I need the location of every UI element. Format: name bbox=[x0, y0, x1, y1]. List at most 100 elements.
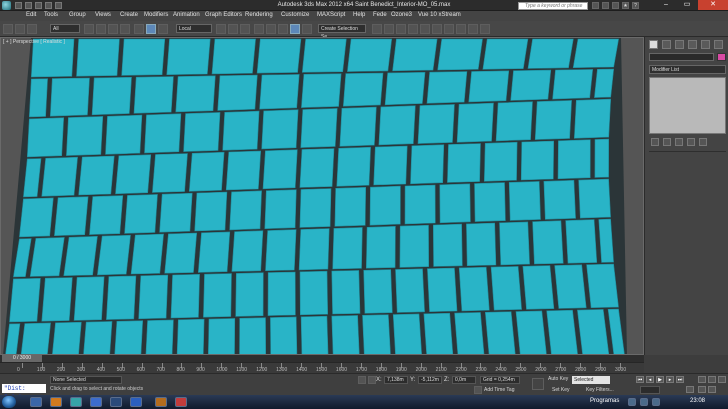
hierarchy-tab-icon[interactable] bbox=[675, 40, 684, 49]
menu-maxscript[interactable]: MAXScript bbox=[317, 12, 345, 18]
perspective-viewport[interactable]: [ + ] Perspective [ Realistic ] bbox=[0, 37, 644, 355]
pivot-center-icon[interactable] bbox=[216, 24, 226, 34]
maxscript-listener-input[interactable]: "Dist: 5,6m" bbox=[2, 384, 46, 401]
3ds-max-task-icon[interactable] bbox=[70, 397, 82, 407]
menu-tools[interactable]: Tools bbox=[44, 12, 58, 18]
select-move-icon[interactable] bbox=[134, 24, 144, 34]
menu-group[interactable]: Group bbox=[69, 12, 86, 18]
set-key-button[interactable]: Set Key bbox=[552, 387, 570, 393]
select-rotate-icon[interactable] bbox=[146, 24, 156, 34]
snaps-toggle-icon[interactable] bbox=[254, 24, 264, 34]
absolute-mode-icon[interactable] bbox=[368, 376, 376, 384]
modifier-list-dropdown[interactable]: Modifier List bbox=[649, 65, 726, 74]
link-icon[interactable] bbox=[27, 24, 37, 34]
menu-views[interactable]: Views bbox=[95, 12, 111, 18]
spinner-snap-icon[interactable] bbox=[290, 24, 300, 34]
minimize-button[interactable]: – bbox=[656, 0, 676, 10]
next-frame-icon[interactable]: ▸ bbox=[666, 376, 674, 383]
help-icon[interactable]: ? bbox=[632, 2, 639, 9]
favorites-star-icon[interactable]: ★ bbox=[622, 2, 629, 9]
pin-stack-icon[interactable] bbox=[651, 138, 659, 146]
play-icon[interactable]: ▶ bbox=[656, 376, 664, 383]
region-select-icon[interactable] bbox=[108, 24, 118, 34]
create-tab-icon[interactable] bbox=[649, 40, 658, 49]
word-task-icon[interactable] bbox=[130, 397, 142, 407]
communication-center-icon[interactable] bbox=[612, 2, 619, 9]
go-to-start-icon[interactable]: ⏮ bbox=[636, 376, 644, 383]
percent-snap-icon[interactable] bbox=[278, 24, 288, 34]
render-production-icon[interactable] bbox=[480, 24, 490, 34]
render-setup-icon[interactable] bbox=[456, 24, 466, 34]
close-button[interactable]: ✕ bbox=[698, 0, 728, 10]
add-time-tag-button[interactable]: Add Time Tag bbox=[484, 387, 514, 393]
modifier-stack[interactable] bbox=[649, 77, 726, 134]
go-to-end-icon[interactable]: ⏭ bbox=[676, 376, 684, 383]
taskbar-programs-label[interactable]: Programas bbox=[590, 398, 619, 404]
selection-filter-dropdown[interactable]: All bbox=[50, 24, 80, 33]
maximize-button[interactable]: ▭ bbox=[677, 0, 697, 10]
tray-volume-icon[interactable] bbox=[640, 398, 648, 406]
start-button-icon[interactable] bbox=[2, 396, 16, 408]
remove-modifier-icon[interactable] bbox=[687, 138, 695, 146]
display-tab-icon[interactable] bbox=[701, 40, 710, 49]
named-selection-dropdown[interactable]: Create Selection Se bbox=[318, 24, 366, 40]
object-name-field[interactable] bbox=[649, 53, 714, 61]
select-object-icon[interactable] bbox=[84, 24, 94, 34]
material-editor-icon[interactable] bbox=[444, 24, 454, 34]
acrobat-task-icon[interactable] bbox=[175, 397, 187, 407]
modify-tab-icon[interactable] bbox=[662, 40, 671, 49]
manipulate-icon[interactable] bbox=[228, 24, 238, 34]
menu-help[interactable]: Help bbox=[353, 12, 365, 18]
field-of-view-icon[interactable] bbox=[708, 386, 716, 393]
menu-customize[interactable]: Customize bbox=[281, 12, 309, 18]
configure-modifier-sets-icon[interactable] bbox=[699, 138, 707, 146]
browser-task-icon[interactable] bbox=[90, 397, 102, 407]
media-player-task-icon[interactable] bbox=[50, 397, 62, 407]
edit-named-sets-icon[interactable] bbox=[302, 24, 312, 34]
rendered-frame-icon[interactable] bbox=[468, 24, 478, 34]
photoshop-task-icon[interactable] bbox=[110, 397, 122, 407]
align-icon[interactable] bbox=[384, 24, 394, 34]
time-slider-handle[interactable]: 0 / 3000 bbox=[2, 355, 42, 362]
menu-fede[interactable]: Fede bbox=[373, 12, 387, 18]
current-frame-field[interactable] bbox=[640, 386, 660, 394]
mirror-icon[interactable] bbox=[372, 24, 382, 34]
angle-snap-icon[interactable] bbox=[266, 24, 276, 34]
redo-tool-icon[interactable] bbox=[15, 24, 25, 34]
menu-rendering[interactable]: Rendering bbox=[245, 12, 273, 18]
utilities-tab-icon[interactable] bbox=[714, 40, 723, 49]
x-coordinate-field[interactable]: 7,138m bbox=[384, 376, 408, 384]
time-tag-icon[interactable] bbox=[474, 386, 482, 394]
maximize-viewport-icon[interactable] bbox=[718, 376, 726, 383]
viewport-label[interactable]: [ + ] Perspective [ Realistic ] bbox=[3, 39, 65, 45]
auto-key-button[interactable]: Auto Key bbox=[548, 376, 568, 382]
key-selection-dropdown[interactable]: Selected bbox=[572, 376, 610, 384]
motion-tab-icon[interactable] bbox=[688, 40, 697, 49]
layer-manager-icon[interactable] bbox=[396, 24, 406, 34]
time-configuration-icon[interactable] bbox=[686, 386, 694, 393]
show-end-result-icon[interactable] bbox=[663, 138, 671, 146]
select-scale-icon[interactable] bbox=[158, 24, 168, 34]
z-coordinate-field[interactable]: 0,0m bbox=[452, 376, 476, 384]
keyboard-shortcut-icon[interactable] bbox=[240, 24, 250, 34]
tray-network-icon[interactable] bbox=[628, 398, 636, 406]
make-unique-icon[interactable] bbox=[675, 138, 683, 146]
menu-modifiers[interactable]: Modifiers bbox=[144, 12, 168, 18]
previous-frame-icon[interactable]: ◂ bbox=[646, 376, 654, 383]
curve-editor-icon[interactable] bbox=[420, 24, 430, 34]
reference-coordinate-dropdown[interactable]: Local bbox=[176, 24, 212, 33]
illustrator-task-icon[interactable] bbox=[155, 397, 167, 407]
explorer-task-icon[interactable] bbox=[30, 397, 42, 407]
pan-icon[interactable] bbox=[698, 386, 706, 393]
key-filters-button[interactable]: Key Filters... bbox=[586, 387, 614, 393]
set-key-icon[interactable] bbox=[532, 378, 544, 390]
menu-animation[interactable]: Animation bbox=[173, 12, 200, 18]
time-slider-bar[interactable]: 0 / 3000 bbox=[0, 355, 644, 362]
graphite-ribbon-icon[interactable] bbox=[408, 24, 418, 34]
schematic-view-icon[interactable] bbox=[432, 24, 442, 34]
menu-vue-10-xstream[interactable]: Vue 10 xStream bbox=[418, 12, 461, 18]
lock-selection-icon[interactable] bbox=[358, 376, 366, 384]
orbit-icon[interactable] bbox=[708, 376, 716, 383]
menu-edit[interactable]: Edit bbox=[26, 12, 36, 18]
tray-flag-icon[interactable] bbox=[652, 398, 660, 406]
